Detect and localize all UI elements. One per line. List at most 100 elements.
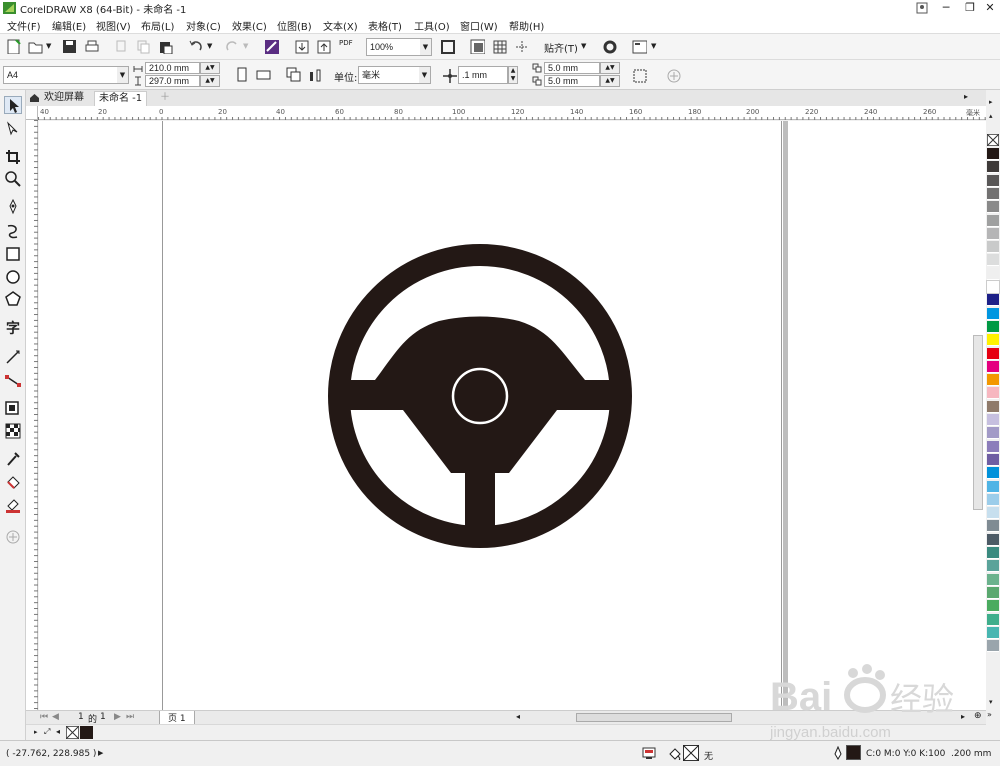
minimize-button[interactable]: ─ xyxy=(934,0,958,16)
palette-swatch[interactable] xyxy=(987,174,999,187)
palette-swatch[interactable] xyxy=(987,493,999,506)
tab-welcome-screen[interactable]: 欢迎屏幕 xyxy=(40,91,88,106)
palette-swatch[interactable] xyxy=(987,201,999,214)
tabs-scroll-icon[interactable]: ▸ xyxy=(964,92,968,101)
palette-swatch[interactable] xyxy=(987,187,999,200)
doc-palette-black-swatch[interactable] xyxy=(80,726,93,739)
paste-icon[interactable] xyxy=(156,37,174,55)
show-grid-icon[interactable] xyxy=(490,37,508,55)
palette-swatch[interactable] xyxy=(987,254,999,267)
save-icon[interactable] xyxy=(60,37,78,55)
units-select[interactable]: 毫米 xyxy=(358,66,420,84)
prev-page-icon[interactable]: ◀ xyxy=(52,712,59,722)
palette-swatch[interactable] xyxy=(987,586,999,599)
launcher-dropdown-icon[interactable]: ▼ xyxy=(651,42,656,50)
palette-swatch[interactable] xyxy=(987,294,999,307)
doc-palette-scroll-icon[interactable]: ◂ xyxy=(56,727,60,736)
interactive-fill-icon[interactable] xyxy=(4,474,22,492)
landscape-orientation-icon[interactable] xyxy=(254,65,272,83)
vertical-scrollbar[interactable] xyxy=(973,335,983,510)
menu-help[interactable]: 帮助(H) xyxy=(509,18,544,33)
polygon-tool-icon[interactable] xyxy=(4,290,22,308)
snap-to-menu[interactable]: 贴齐(T) xyxy=(544,40,578,55)
close-button[interactable]: ✕ xyxy=(978,0,1000,16)
drawing-canvas[interactable] xyxy=(39,121,986,710)
connector-tool-icon[interactable] xyxy=(4,372,22,390)
palette-swatch[interactable] xyxy=(987,613,999,626)
zoom-dropdown-icon[interactable]: ▼ xyxy=(420,38,432,56)
page-tab[interactable]: 页 1 xyxy=(159,711,195,725)
menu-layout[interactable]: 布局(L) xyxy=(141,18,174,33)
palette-swatch[interactable] xyxy=(986,280,1000,294)
nudge-distance-input[interactable]: .1 mm xyxy=(458,66,508,84)
palette-scroll-down-icon[interactable]: ▾ xyxy=(989,698,993,706)
palette-swatch[interactable] xyxy=(987,161,999,174)
nudge-spinner[interactable]: ▲ ▼ xyxy=(508,66,518,84)
page-width-input[interactable]: 210.0 mm xyxy=(145,62,200,74)
smart-fill-icon[interactable] xyxy=(4,496,22,514)
snap-dropdown-icon[interactable]: ▼ xyxy=(581,42,586,50)
steering-wheel-drawing[interactable] xyxy=(327,243,633,549)
crop-tool-icon[interactable] xyxy=(4,148,22,166)
palette-swatch[interactable] xyxy=(987,573,999,586)
eyedropper-icon[interactable] xyxy=(4,450,22,468)
palette-swatch[interactable] xyxy=(987,560,999,573)
page-height-spinner[interactable]: ▲▼ xyxy=(200,75,220,87)
palette-swatch[interactable] xyxy=(987,400,999,413)
application-launcher-icon[interactable] xyxy=(630,37,648,55)
undo-icon[interactable] xyxy=(186,37,204,55)
duplicate-x-spinner[interactable]: ▲▼ xyxy=(600,62,620,74)
text-tool-icon[interactable]: 字 xyxy=(4,318,22,336)
print-icon[interactable] xyxy=(82,37,100,55)
palette-swatch[interactable] xyxy=(987,480,999,493)
status-expand-icon[interactable]: ▶ xyxy=(98,749,103,757)
horizontal-scrollbar[interactable] xyxy=(576,713,732,722)
color-proof-icon[interactable] xyxy=(642,746,656,760)
menu-edit[interactable]: 编辑(E) xyxy=(52,18,86,33)
palette-swatch[interactable] xyxy=(987,214,999,227)
current-page-icon[interactable] xyxy=(306,65,324,83)
transparency-icon[interactable] xyxy=(4,422,22,440)
new-tab-plus-icon[interactable]: ＋ xyxy=(156,91,174,106)
palette-swatch[interactable] xyxy=(987,347,999,360)
page-size-select[interactable]: A4 xyxy=(3,66,118,84)
last-page-icon[interactable]: ⏭ xyxy=(126,712,134,722)
palette-swatch[interactable] xyxy=(987,360,999,373)
palette-swatch[interactable] xyxy=(987,241,999,254)
menu-tools[interactable]: 工具(O) xyxy=(414,18,450,33)
palette-swatch[interactable] xyxy=(987,148,999,160)
redo-dropdown-icon[interactable]: ▼ xyxy=(243,42,248,50)
palette-swatch[interactable] xyxy=(987,334,999,347)
menu-file[interactable]: 文件(F) xyxy=(7,18,41,33)
palette-swatch[interactable] xyxy=(987,467,999,480)
ellipse-tool-icon[interactable] xyxy=(4,268,22,286)
doc-palette-menu-icon[interactable]: ▸ xyxy=(34,728,38,736)
corel-connect-icon[interactable] xyxy=(262,37,280,55)
palette-swatch[interactable] xyxy=(987,307,999,320)
drop-shadow-icon[interactable] xyxy=(4,400,22,418)
copy-icon[interactable] xyxy=(134,37,152,55)
duplicate-y-spinner[interactable]: ▲▼ xyxy=(600,75,620,87)
palette-swatch[interactable] xyxy=(987,626,999,639)
menu-table[interactable]: 表格(T) xyxy=(368,18,402,33)
show-rulers-icon[interactable] xyxy=(468,37,486,55)
horizontal-ruler[interactable]: 40 20 0 20 40 60 80 100 120 140 160 180 … xyxy=(38,106,986,120)
menu-view[interactable]: 视图(V) xyxy=(96,18,131,33)
parallel-dimension-icon[interactable] xyxy=(4,348,22,366)
new-document-icon[interactable] xyxy=(4,37,22,55)
add-toolbar-icon[interactable] xyxy=(664,66,682,84)
duplicate-y-input[interactable]: 5.0 mm xyxy=(544,75,600,87)
doc-palette-no-color-icon[interactable] xyxy=(66,726,79,739)
palette-swatch[interactable] xyxy=(987,440,999,453)
redo-icon[interactable] xyxy=(222,37,240,55)
zoom-tool-icon[interactable] xyxy=(4,170,22,188)
palette-scroll-up-icon[interactable]: ▴ xyxy=(989,112,993,120)
no-color-swatch-icon[interactable] xyxy=(987,134,999,146)
palette-swatch[interactable] xyxy=(987,320,999,333)
palette-swatch[interactable] xyxy=(987,640,999,653)
palette-swatch[interactable] xyxy=(987,453,999,466)
palette-options-icon[interactable]: ▸ xyxy=(989,98,993,106)
menu-bitmaps[interactable]: 位图(B) xyxy=(277,18,312,33)
palette-swatch[interactable] xyxy=(987,600,999,613)
tab-document[interactable]: 未命名 -1 xyxy=(94,91,148,106)
